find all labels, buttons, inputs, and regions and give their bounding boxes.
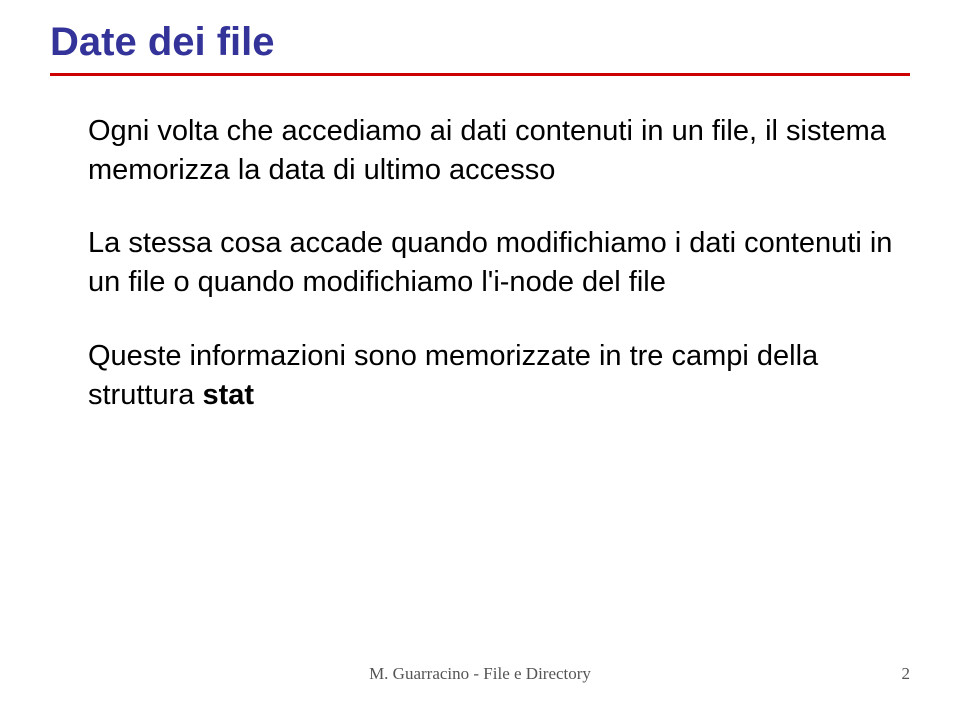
title-underline (50, 73, 910, 76)
footer-text: M. Guarracino - File e Directory (0, 664, 960, 684)
content: Ogni volta che accediamo ai dati contenu… (50, 112, 910, 415)
paragraph-1: Ogni volta che accediamo ai dati contenu… (88, 112, 910, 190)
paragraph-3-text: Queste informazioni sono memorizzate in … (88, 340, 818, 411)
paragraph-3-bold: stat (202, 379, 254, 411)
paragraph-3: Queste informazioni sono memorizzate in … (88, 337, 910, 415)
paragraph-2: La stessa cosa accade quando modifichiam… (88, 224, 910, 302)
page-number: 2 (902, 664, 911, 684)
slide: Date dei file Ogni volta che accediamo a… (0, 0, 960, 704)
slide-title: Date dei file (50, 20, 910, 65)
